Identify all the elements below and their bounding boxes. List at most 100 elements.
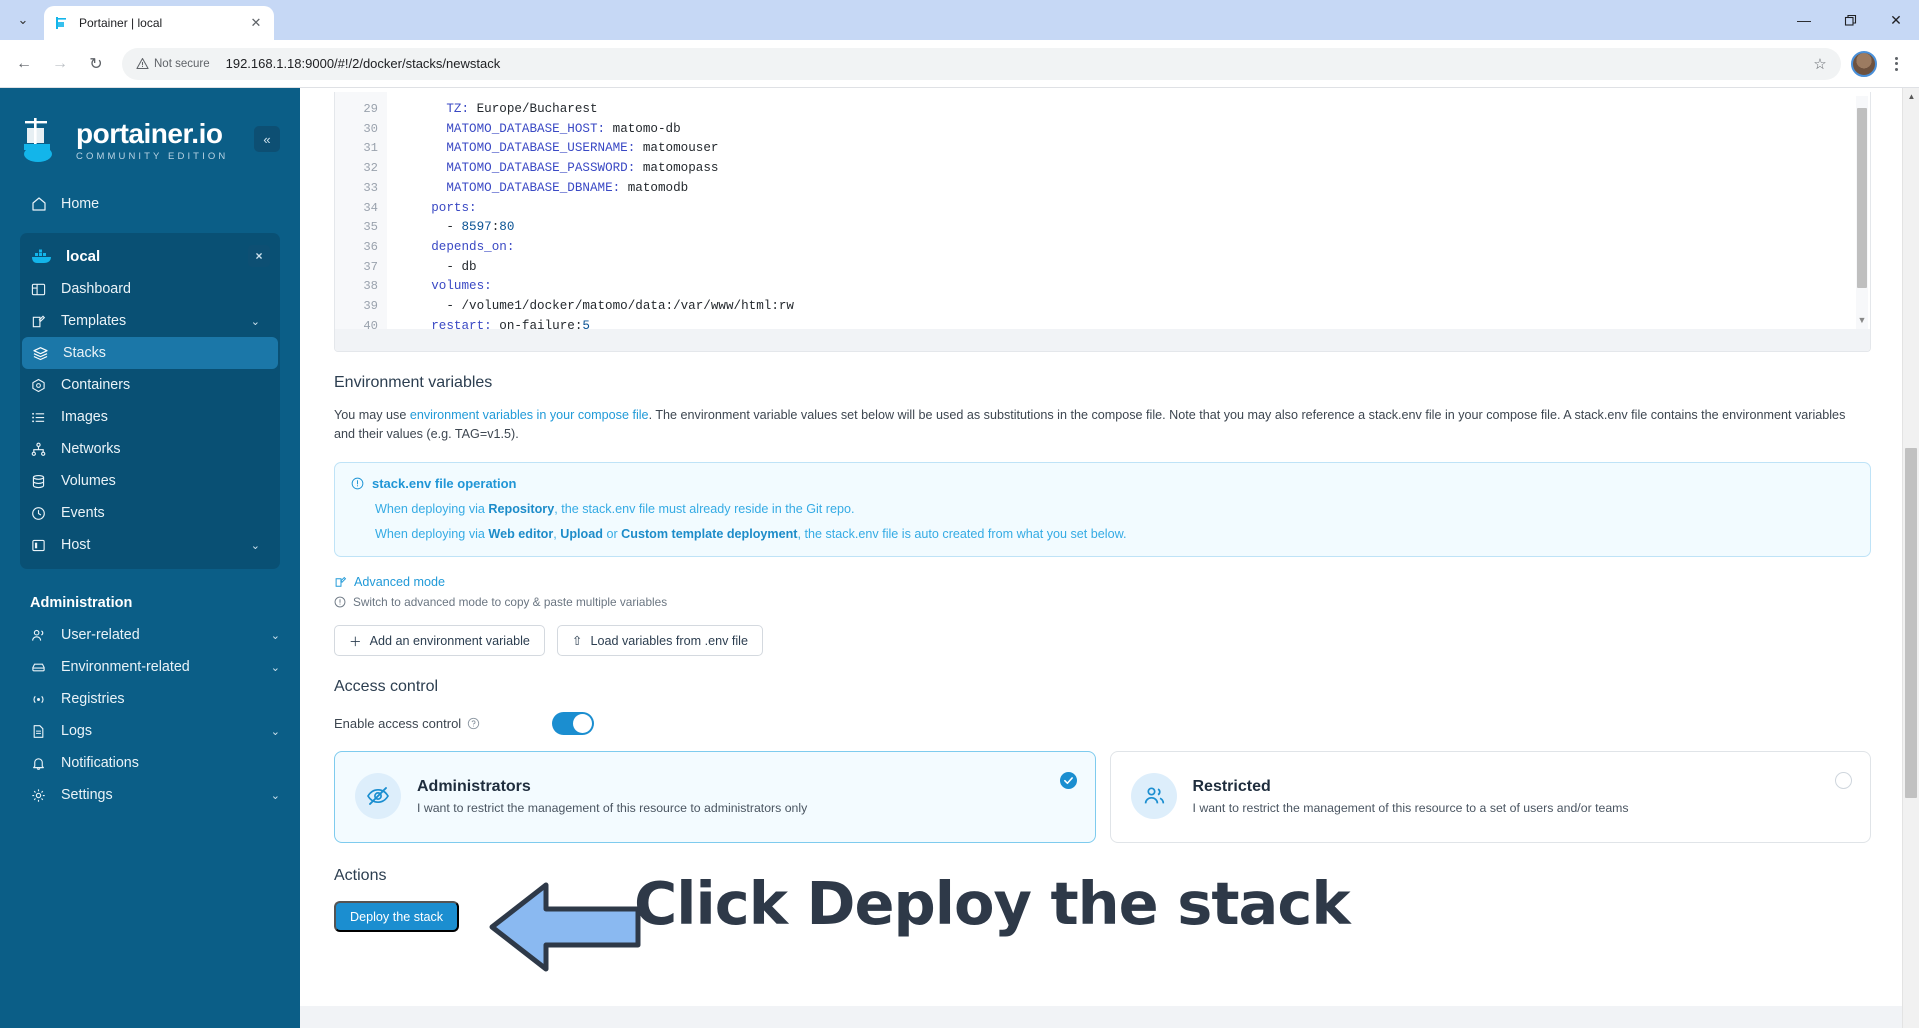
sidebar-item-templates[interactable]: Templates ⌄ — [20, 305, 280, 337]
sidebar-item-images[interactable]: Images — [20, 401, 280, 433]
containers-icon — [30, 377, 47, 394]
editor-code[interactable]: TZ: Europe/Bucharest MATOMO_DATABASE_HOS… — [387, 92, 1870, 351]
sidebar-item-settings-label: Settings — [61, 787, 113, 803]
browser-tab[interactable]: Portainer | local ✕ — [44, 6, 274, 40]
sidebar-item-volumes[interactable]: Volumes — [20, 465, 280, 497]
editor-line: - 8597:80 — [401, 220, 515, 235]
question-circle-icon[interactable] — [467, 717, 480, 730]
sidebar-item-events[interactable]: Events — [20, 497, 280, 529]
host-chevron-down-icon[interactable]: ⌄ — [251, 539, 260, 552]
access-option-administrators[interactable]: Administrators I want to restrict the ma… — [334, 751, 1096, 843]
warning-triangle-icon — [136, 57, 149, 70]
main-content: 29 30 31 32 33 34 35 36 37 38 39 40 TZ: Europe/Buch… — [300, 88, 1919, 1028]
sidebar-collapse-button[interactable]: « — [254, 126, 280, 152]
editor-scroll-down-icon[interactable]: ▼ — [1856, 315, 1868, 325]
sidebar-environment-close-icon[interactable]: × — [248, 245, 270, 267]
editor-line: MATOMO_DATABASE_HOST: matomo-db — [446, 121, 681, 136]
editor-footer-strip — [335, 329, 1870, 351]
site-security-chip[interactable]: Not secure — [130, 54, 218, 73]
sidebar-item-user-related[interactable]: User-related ⌄ — [0, 619, 300, 651]
sidebar-item-host-label: Host — [61, 537, 91, 553]
browser-toolbar: ← → ↻ Not secure 192.168.1.18:9000/#!/2/… — [0, 40, 1919, 88]
enable-access-control-toggle[interactable] — [552, 712, 594, 735]
templates-chevron-down-icon[interactable]: ⌄ — [251, 315, 260, 328]
user-related-chevron-down-icon[interactable]: ⌄ — [271, 629, 280, 642]
editor-scrollbar[interactable] — [1856, 96, 1868, 329]
stack-env-info-title: stack.env file operation — [372, 476, 517, 491]
environment-variables-description: You may use environment variables in you… — [334, 406, 1869, 444]
stack-form: 29 30 31 32 33 34 35 36 37 38 39 40 TZ: Europe/Buch… — [334, 88, 1871, 1028]
settings-chevron-down-icon[interactable]: ⌄ — [271, 789, 280, 802]
sidebar-item-notifications[interactable]: Notifications — [0, 747, 300, 779]
access-option-restricted-title: Restricted — [1192, 777, 1271, 795]
access-option-administrators-radio[interactable] — [1059, 772, 1077, 789]
tab-search-chevron-icon[interactable]: ⌄ — [6, 3, 40, 37]
browser-window: ⌄ Portainer | local ✕ — ✕ ← → ↻ Not secu… — [0, 0, 1919, 1028]
deploy-the-stack-button[interactable]: Deploy the stack — [334, 901, 460, 932]
sidebar-item-registries[interactable]: Registries — [0, 683, 300, 715]
profile-avatar[interactable] — [1851, 50, 1877, 77]
templates-icon — [30, 313, 47, 330]
editor-scrollbar-thumb[interactable] — [1857, 108, 1867, 288]
sidebar-item-notifications-label: Notifications — [61, 755, 139, 771]
access-option-administrators-title: Administrators — [417, 777, 531, 795]
networks-icon — [30, 441, 47, 458]
sidebar-item-stacks-label: Stacks — [63, 345, 106, 361]
access-option-restricted-radio[interactable] — [1835, 772, 1852, 789]
sidebar-item-dashboard[interactable]: Dashboard — [20, 273, 280, 305]
gear-icon — [30, 787, 47, 804]
editor-line-number: 37 — [363, 259, 378, 274]
sidebar-item-environment-related[interactable]: Environment-related ⌄ — [0, 651, 300, 683]
sidebar-item-containers[interactable]: Containers — [20, 369, 280, 401]
environment-icon — [30, 659, 47, 676]
sidebar-environment-header[interactable]: local × — [20, 239, 280, 273]
compose-editor[interactable]: 29 30 31 32 33 34 35 36 37 38 39 40 TZ: Europe/Buch… — [334, 92, 1871, 352]
compose-file-link[interactable]: environment variables in your compose fi… — [410, 408, 649, 422]
upload-icon: ⇧ — [571, 634, 583, 648]
environment-related-chevron-down-icon[interactable]: ⌄ — [271, 661, 280, 674]
sidebar-item-networks[interactable]: Networks — [20, 433, 280, 465]
back-button[interactable]: ← — [8, 48, 40, 80]
site-security-label: Not secure — [154, 57, 210, 70]
page-scroll-up-icon[interactable]: ▲ — [1903, 92, 1919, 101]
volumes-icon — [30, 473, 47, 490]
access-option-restricted-description: I want to restrict the management of thi… — [1192, 800, 1629, 815]
editor-line: - /volume1/docker/matomo/data:/var/www/h… — [401, 299, 794, 314]
tab-close-icon[interactable]: ✕ — [248, 15, 264, 31]
address-bar[interactable]: Not secure 192.168.1.18:9000/#!/2/docker… — [122, 47, 1841, 80]
sidebar-item-logs[interactable]: Logs ⌄ — [0, 715, 300, 747]
page-scrollbar-thumb[interactable] — [1905, 448, 1917, 798]
access-option-administrators-description: I want to restrict the management of thi… — [417, 800, 808, 815]
reload-button[interactable]: ↻ — [80, 48, 112, 80]
sidebar-item-dashboard-label: Dashboard — [61, 281, 131, 297]
sidebar-item-images-label: Images — [61, 409, 108, 425]
forward-button[interactable]: → — [44, 48, 76, 80]
env-desc-pre: You may use — [334, 408, 410, 422]
window-minimize-button[interactable]: — — [1781, 0, 1827, 40]
sidebar-item-home[interactable]: Home — [0, 188, 300, 219]
sidebar-item-settings[interactable]: Settings ⌄ — [0, 779, 300, 811]
browser-tab-title: Portainer | local — [79, 16, 163, 30]
info-line2-a: When deploying via — [375, 527, 489, 541]
window-maximize-button[interactable] — [1827, 0, 1873, 40]
browser-menu-icon[interactable] — [1881, 49, 1911, 79]
docker-whale-icon — [30, 247, 54, 265]
load-variables-label: Load variables from .env file — [590, 633, 748, 648]
window-close-button[interactable]: ✕ — [1873, 0, 1919, 40]
access-option-restricted[interactable]: Restricted I want to restrict the manage… — [1109, 751, 1871, 843]
editor-line-number: 30 — [363, 121, 378, 136]
page-scrollbar[interactable]: ▲ — [1902, 88, 1919, 1028]
logs-chevron-down-icon[interactable]: ⌄ — [271, 725, 280, 738]
editor-line-number: 38 — [363, 279, 378, 294]
editor-line: ports: — [431, 200, 477, 215]
editor-line: depends_on: — [431, 239, 515, 254]
users-group-icon — [1130, 773, 1177, 819]
load-variables-from-env-file-button[interactable]: ⇧ Load variables from .env file — [556, 625, 763, 656]
add-environment-variable-button[interactable]: ＋ Add an environment variable — [334, 625, 545, 656]
advanced-mode-link[interactable]: Advanced mode — [334, 575, 1871, 589]
info-line2-e: or — [602, 527, 622, 541]
bookmark-star-icon[interactable]: ☆ — [1807, 51, 1833, 77]
browser-tabstrip: ⌄ Portainer | local ✕ — ✕ — [0, 0, 1919, 40]
sidebar-item-stacks[interactable]: Stacks — [22, 337, 278, 369]
sidebar-item-host[interactable]: Host ⌄ — [20, 529, 280, 561]
